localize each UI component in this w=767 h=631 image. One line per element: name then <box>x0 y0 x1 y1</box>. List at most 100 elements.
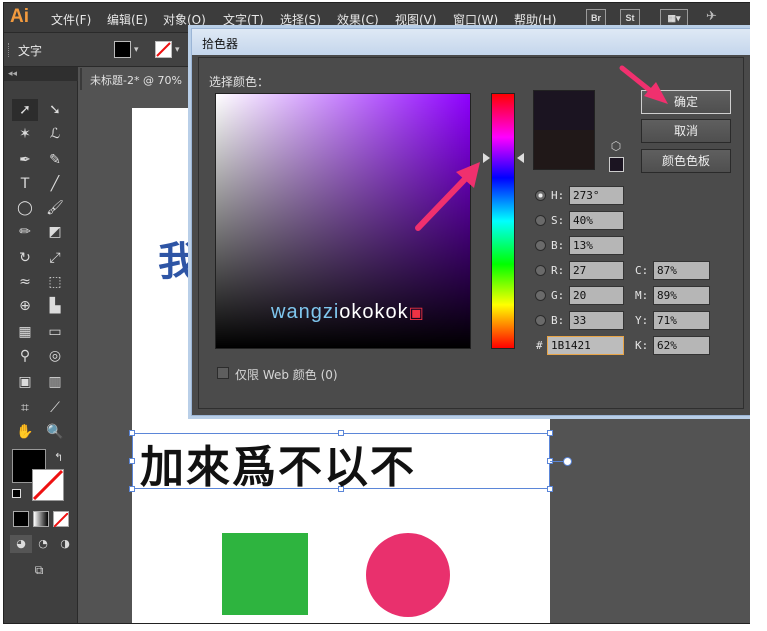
paintbrush-tool-icon[interactable]: 🖌 <box>42 197 68 219</box>
dialog-title[interactable]: 拾色器 <box>192 29 750 55</box>
radio-r[interactable] <box>535 265 546 276</box>
calligraphy-text-object[interactable]: 加來爲不以不 <box>140 431 416 495</box>
blend-tool-icon[interactable]: ◎ <box>42 345 68 367</box>
web-colors-only-checkbox[interactable] <box>217 367 229 379</box>
curvature-tool-icon[interactable]: ✎ <box>42 149 68 171</box>
radio-g[interactable] <box>535 290 546 301</box>
menu-type[interactable]: 文字(T) <box>223 11 264 28</box>
h-field[interactable]: 273° <box>569 186 624 205</box>
chevron-down-icon[interactable]: ▾ <box>134 45 139 55</box>
chevron-down-icon[interactable]: ▾ <box>175 45 180 55</box>
stroke-none-swatch[interactable] <box>155 41 172 58</box>
selection-tool-icon[interactable]: ➚ <box>12 99 38 121</box>
perspective-grid-tool-icon[interactable]: ▙ <box>42 295 68 317</box>
ok-button[interactable]: 确定 <box>641 90 731 114</box>
watermark: wangziokokok▣ <box>271 301 425 324</box>
document-tab[interactable]: 未标题-2* @ 70% <box>82 68 190 90</box>
arrange-documents-icon[interactable]: ▦▾ <box>660 9 688 27</box>
selection-handle[interactable] <box>129 486 135 492</box>
swap-colors-icon[interactable]: ↰ <box>54 451 63 464</box>
menu-file[interactable]: 文件(F) <box>51 11 91 28</box>
pink-circle-shape[interactable] <box>366 533 450 617</box>
radio-s[interactable] <box>535 215 546 226</box>
menu-object[interactable]: 对象(O) <box>163 11 206 28</box>
rotate-handle[interactable] <box>563 457 572 466</box>
watermark-blue-text: wangzi <box>271 301 340 323</box>
original-color-preview[interactable] <box>534 130 594 169</box>
color-swatches-button[interactable]: 颜色色板 <box>641 149 731 173</box>
eraser-tool-icon[interactable]: ◩ <box>42 221 68 243</box>
sync-icon[interactable]: ✈ <box>706 9 717 24</box>
green-square-shape[interactable] <box>222 533 308 615</box>
menu-effect[interactable]: 效果(C) <box>337 11 379 28</box>
slice-tool-icon[interactable]: ⟋ <box>42 397 68 419</box>
k-field[interactable]: 62% <box>653 336 710 355</box>
rotate-tool-icon[interactable]: ↻ <box>12 247 38 269</box>
g-field[interactable]: 20 <box>569 286 624 305</box>
selection-handle[interactable] <box>547 486 553 492</box>
c-field[interactable]: 87% <box>653 261 710 280</box>
b-field[interactable]: 13% <box>569 236 624 255</box>
pencil-tool-icon[interactable]: ✏ <box>12 221 38 243</box>
gradient-tool-icon[interactable]: ▭ <box>42 321 68 343</box>
menu-edit[interactable]: 编辑(E) <box>107 11 148 28</box>
hand-tool-icon[interactable]: ✋ <box>12 421 38 443</box>
color-picker-dialog: 拾色器 选择颜色： wangziokokok▣ ⬡ 确定 取消 颜色色板 H: … <box>191 28 751 416</box>
type-tool-icon[interactable]: T <box>12 173 38 195</box>
width-tool-icon[interactable]: ≈ <box>12 271 38 293</box>
column-graph-tool-icon[interactable]: ▥ <box>42 371 68 393</box>
hue-slider[interactable] <box>491 93 515 349</box>
cancel-button[interactable]: 取消 <box>641 119 731 143</box>
bridge-button[interactable]: Br <box>586 9 606 27</box>
hue-slider-right-handle-icon[interactable] <box>517 153 524 163</box>
draw-normal-icon[interactable]: ◕ <box>10 535 32 553</box>
radio-blue[interactable] <box>535 315 546 326</box>
lasso-tool-icon[interactable]: ℒ <box>42 123 68 145</box>
r-field[interactable]: 27 <box>569 261 624 280</box>
free-transform-tool-icon[interactable]: ⬚ <box>42 271 68 293</box>
direct-selection-tool-icon[interactable]: ➘ <box>42 99 68 121</box>
radio-h[interactable] <box>535 190 546 201</box>
hex-field[interactable]: 1B1421 <box>547 336 624 355</box>
gamut-swatch[interactable] <box>609 157 624 172</box>
fill-swatch[interactable] <box>114 41 131 58</box>
y-field[interactable]: 71% <box>653 311 710 330</box>
s-field[interactable]: 40% <box>569 211 624 230</box>
draw-inside-icon[interactable]: ◑ <box>54 535 76 553</box>
menu-window[interactable]: 窗口(W) <box>453 11 498 28</box>
none-mode-icon[interactable] <box>53 511 69 528</box>
mesh-tool-icon[interactable]: ▦ <box>12 321 38 343</box>
menu-view[interactable]: 视图(V) <box>395 11 437 28</box>
menu-help[interactable]: 帮助(H) <box>514 11 556 28</box>
b-label: B: <box>551 239 565 252</box>
c-label: C: <box>635 264 649 277</box>
out-of-gamut-cube-icon[interactable]: ⬡ <box>609 139 623 153</box>
new-color-preview <box>534 91 594 130</box>
zoom-tool-icon[interactable]: 🔍 <box>42 421 68 443</box>
magic-wand-tool-icon[interactable]: ✶ <box>12 123 38 145</box>
scale-tool-icon[interactable]: ⤢ <box>42 247 68 269</box>
symbol-sprayer-tool-icon[interactable]: ▣ <box>12 371 38 393</box>
radio-b[interactable] <box>535 240 546 251</box>
shape-builder-tool-icon[interactable]: ⊕ <box>12 295 38 317</box>
ellipse-tool-icon[interactable]: ◯ <box>12 197 38 219</box>
screen-mode-icon[interactable]: ⧉ <box>26 561 52 579</box>
menu-select[interactable]: 选择(S) <box>280 11 321 28</box>
artboard-tool-icon[interactable]: ⌗ <box>12 397 38 419</box>
stock-button[interactable]: St <box>620 9 640 27</box>
stroke-color-box[interactable] <box>32 469 64 501</box>
eyedropper-tool-icon[interactable]: ⚲ <box>12 345 38 367</box>
pen-tool-icon[interactable]: ✒ <box>12 149 38 171</box>
selection-handle[interactable] <box>129 458 135 464</box>
hue-slider-left-handle-icon[interactable] <box>483 153 490 163</box>
m-field[interactable]: 89% <box>653 286 710 305</box>
selection-handle[interactable] <box>129 430 135 436</box>
gradient-mode-icon[interactable] <box>33 511 49 527</box>
color-mode-icon[interactable] <box>13 511 29 527</box>
selection-handle[interactable] <box>547 430 553 436</box>
blue-field[interactable]: 33 <box>569 311 624 330</box>
default-colors-icon[interactable] <box>12 489 21 498</box>
draw-behind-icon[interactable]: ◔ <box>32 535 54 553</box>
line-tool-icon[interactable]: ╱ <box>42 173 68 195</box>
toolbox-collapse[interactable]: ◂◂ <box>4 67 78 81</box>
